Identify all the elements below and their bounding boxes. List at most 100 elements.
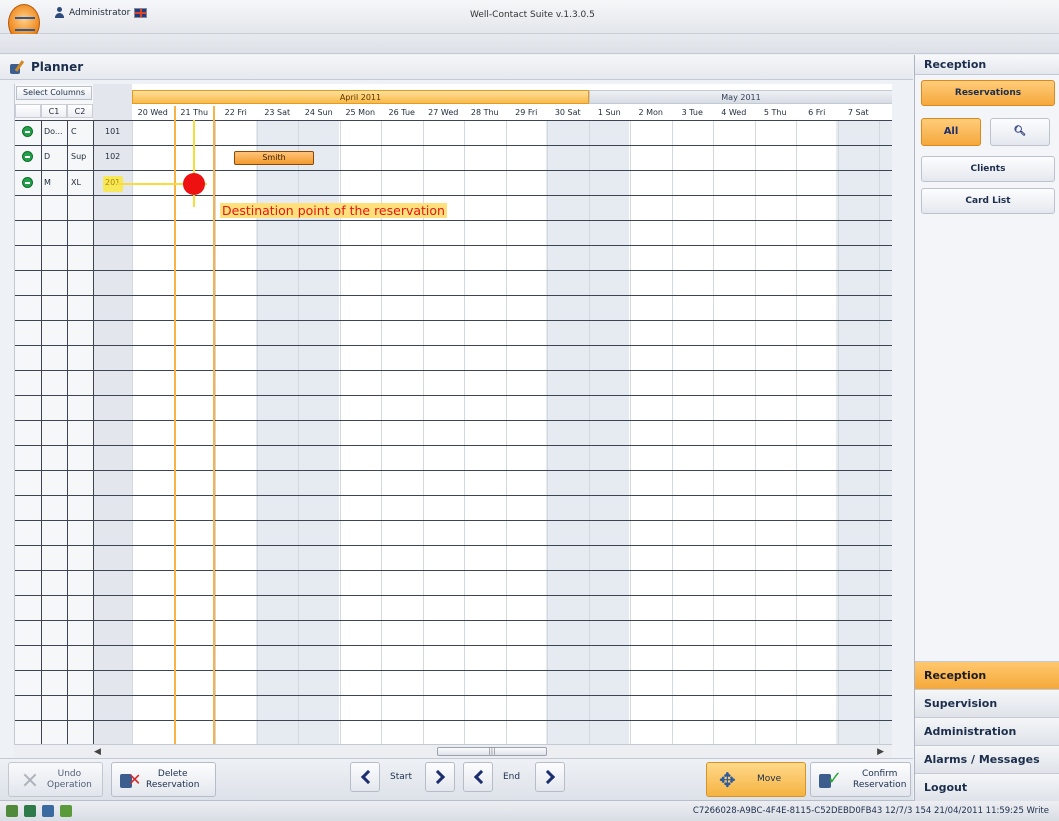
all-list-icon: All [943,126,959,137]
delete-reservation-button[interactable]: Delete Reservation [111,762,216,797]
room-number[interactable]: 102 [105,151,120,163]
nav-administration[interactable]: Administration [915,717,1059,745]
day-grid-line [796,120,797,744]
row-grid-line [15,545,892,546]
undo-label-line2: Operation [47,779,92,790]
day-grid-line [837,120,839,744]
start-prev-button[interactable] [350,762,380,792]
weekend-shading [836,120,892,744]
selected-day-boundary [174,106,176,744]
row-grid-line [15,320,892,321]
row-grid-line [15,395,892,396]
day-header: 20 Wed [137,108,168,117]
search-icon: 🔍︎ [1013,126,1027,137]
row-grid-line [15,220,892,221]
room-status-icon[interactable] [22,177,33,188]
row-grid-line [15,470,892,471]
day-header: 4 Wed [721,108,747,117]
start-next-button[interactable] [425,762,455,792]
destination-marker [183,173,205,195]
row-grid-line [15,245,892,246]
room-c2-value: XL [71,178,81,187]
status-bar: C7266028-A9BC-4F4E-8115-C52DEBD0FB43 12/… [0,800,1059,821]
day-header: 29 Fri [515,108,538,117]
right-panel: Reception Reservations All 🔍︎ Clients Ca… [914,55,1059,801]
card-list-button[interactable]: Card List [921,188,1055,214]
nav-logout[interactable]: Logout [915,773,1059,801]
selected-day-boundary [213,106,215,744]
clients-button[interactable]: Clients [921,156,1055,182]
user-name: Administrator [69,7,131,18]
title-bar: Administrator Well-Contact Suite v.1.3.0… [0,0,1059,42]
app-title: Well-Contact Suite v.1.3.0.5 [470,10,595,20]
select-columns-button[interactable]: Select Columns [16,86,92,100]
day-grid-line [505,120,507,744]
day-header: 30 Sat [554,108,581,117]
chevron-left-icon [360,769,376,785]
planner-grid[interactable]: Select Columns C1 C2 April 2011 May 2011… [14,84,892,744]
bottom-toolbar: Undo Operation Delete Reservation Start … [0,758,913,800]
room-c2-value: C [71,127,77,136]
day-grid-line [713,120,714,744]
delete-reservation-icon [118,768,142,792]
confirm-label-line1: Confirm [861,768,898,779]
undo-operation-button[interactable]: Undo Operation [8,762,103,797]
user-area: Administrator [54,7,148,18]
room-c1-value: M [44,178,51,187]
status-icons [6,805,72,817]
chevron-right-icon [540,769,556,785]
day-grid-line [754,120,756,744]
confirm-reservation-icon [817,768,843,792]
row-grid-line [15,670,892,671]
room-status-icon[interactable] [22,151,33,162]
scroll-right-icon[interactable]: ▶ [877,747,884,757]
room-status-icon[interactable] [22,126,33,137]
nav-reception[interactable]: Reception [915,661,1059,689]
room-c1-value: Do... [44,127,63,136]
day-header: 25 Mon [345,108,376,117]
scroll-thumb[interactable]: ||| [437,747,547,756]
column-header-c1[interactable]: C1 [41,104,67,118]
undo-icon [23,773,37,787]
day-grid-line [215,120,216,744]
language-flag-icon[interactable] [134,7,148,18]
row-grid-line [15,645,892,646]
day-grid-line [464,120,465,744]
reservation-block[interactable]: Smith [234,151,314,165]
user-icon [54,7,65,18]
confirm-reservation-button[interactable]: Confirm Reservation [810,762,911,797]
day-header: 7 Sat [847,108,869,117]
page-title: Planner [31,60,84,74]
device-icon [42,805,54,817]
chevron-left-icon [473,769,489,785]
column-header-c2[interactable]: C2 [67,104,93,118]
move-button[interactable]: Move [706,762,806,797]
end-next-button[interactable] [535,762,565,792]
row-grid-line [15,295,892,296]
nav-alarms-messages[interactable]: Alarms / Messages [915,745,1059,773]
sub-bar [0,34,1059,54]
day-header: 5 Thu [763,108,787,117]
row-grid-line [15,120,892,121]
move-icon [719,768,743,792]
day-header: 26 Tue [388,108,415,117]
scroll-left-icon[interactable]: ◀ [94,747,101,757]
reservations-button[interactable]: Reservations [921,80,1055,106]
weekend-shading [546,120,629,744]
nav-supervision[interactable]: Supervision [915,689,1059,717]
network-icon [6,805,18,817]
row-grid-line [15,445,892,446]
day-header: 2 Mon [638,108,664,117]
end-label: End [503,772,521,782]
row-grid-line [15,145,892,146]
search-reservations-button[interactable]: 🔍︎ [990,118,1050,146]
end-prev-button[interactable] [463,762,493,792]
room-number[interactable]: 101 [105,126,120,138]
row-grid-line [15,370,892,371]
row-grid-line [15,720,892,721]
all-reservations-button[interactable]: All [921,118,981,146]
start-label: Start [390,772,412,782]
move-label: Move [757,774,782,784]
row-grid-line [15,520,892,521]
horizontal-scrollbar[interactable]: ◀ ||| ▶ [14,744,892,758]
